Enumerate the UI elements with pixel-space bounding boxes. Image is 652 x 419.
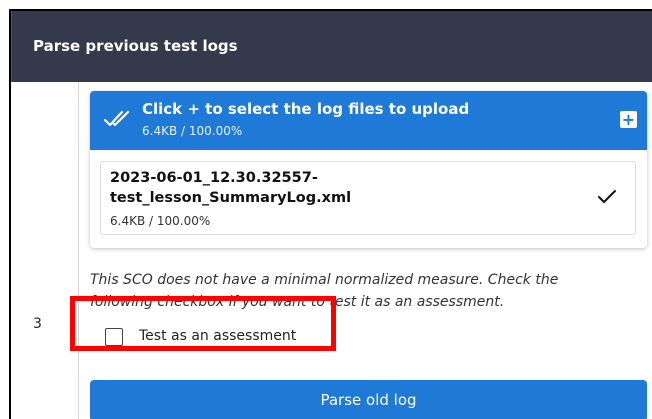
check-icon [598, 190, 616, 203]
assessment-note: This SCO does not have a minimal normali… [90, 269, 630, 313]
plus-icon: + [621, 110, 636, 129]
note-line-1: This SCO does not have a minimal normali… [90, 272, 559, 288]
note-line-2: following checkbox if you want to test i… [90, 294, 505, 310]
uploaded-file-item: 2023-06-01_12.30.32557- test_lesson_Summ… [100, 161, 636, 235]
file-name: 2023-06-01_12.30.32557- test_lesson_Summ… [110, 168, 530, 208]
double-check-icon [103, 110, 130, 127]
row-number: 3 [33, 316, 42, 332]
upload-card: Click + to select the log files to uploa… [90, 91, 647, 248]
upload-title: Click + to select the log files to uploa… [142, 100, 470, 118]
add-file-button[interactable]: + [620, 111, 637, 128]
upload-progress-text: 6.4KB / 100.00% [142, 124, 243, 138]
panel-header: Parse previous test logs [11, 11, 652, 82]
row-content-cell: Click + to select the log files to uploa… [79, 82, 652, 419]
parse-old-log-button[interactable]: Parse old log [90, 380, 647, 419]
row-number-cell: 3 [11, 82, 79, 419]
upload-header[interactable]: Click + to select the log files to uploa… [90, 91, 647, 150]
test-as-assessment-label[interactable]: Test as an assessment [139, 328, 296, 344]
file-name-line-1: 2023-06-01_12.30.32557- [110, 170, 318, 186]
test-log-panel: Parse previous test logs 3 Click + to se… [9, 9, 652, 419]
panel-title: Parse previous test logs [33, 37, 238, 55]
file-name-line-2: test_lesson_SummaryLog.xml [110, 190, 352, 206]
test-as-assessment-checkbox[interactable] [105, 328, 123, 346]
file-size: 6.4KB / 100.00% [110, 214, 211, 228]
